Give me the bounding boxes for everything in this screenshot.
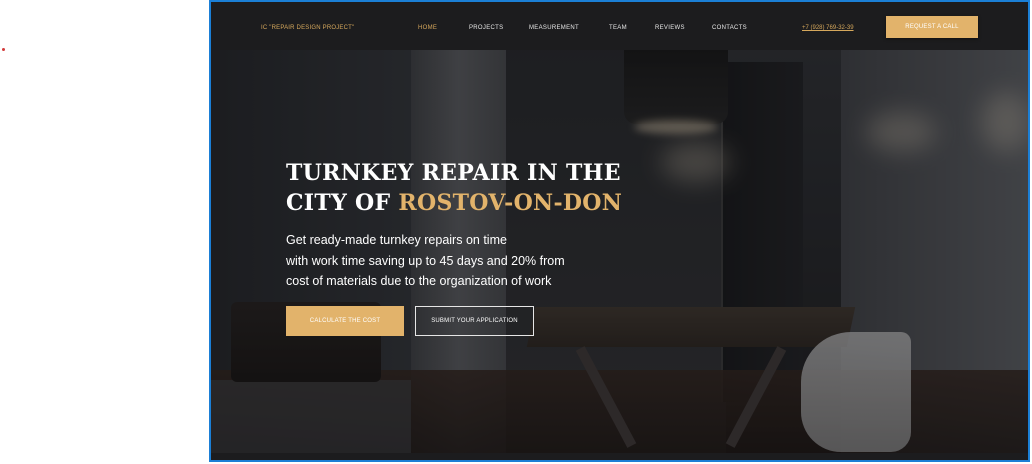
red-dot-marker	[2, 48, 5, 51]
hero-background-photo	[211, 2, 1028, 460]
nav-home[interactable]: HOME	[418, 25, 437, 31]
hero-title-line2: CITY OF ROSTOV-ON-DON	[286, 190, 622, 216]
nav-reviews[interactable]: REVIEWS	[655, 25, 685, 31]
hero-title-line1: TURNKEY REPAIR IN THE	[286, 160, 621, 186]
hero-title-city-prefix: CITY OF	[286, 190, 391, 216]
calculate-cost-button[interactable]: CALCULATE THE COST	[286, 306, 404, 336]
submit-application-button[interactable]: SUBMIT YOUR APPLICATION	[415, 306, 534, 336]
website-frame: IC "REPAIR DESIGN PROJECT" HOME PROJECTS…	[209, 0, 1030, 462]
site-logo[interactable]: IC "REPAIR DESIGN PROJECT"	[261, 25, 354, 31]
request-call-button[interactable]: REQUEST A CALL	[886, 16, 978, 38]
hero-title-city-name: ROSTOV-ON-DON	[398, 190, 623, 216]
nav-contacts[interactable]: CONTACTS	[712, 25, 747, 31]
top-navigation-bar: IC "REPAIR DESIGN PROJECT" HOME PROJECTS…	[211, 2, 1028, 50]
nav-measurement[interactable]: MEASUREMENT	[529, 25, 579, 31]
bottom-strip	[211, 453, 1028, 460]
hero-subtitle-line1: Get ready-made turnkey repairs on time	[286, 233, 507, 247]
hero-subtitle-line2: with work time saving up to 45 days and …	[286, 254, 565, 268]
nav-team[interactable]: TEAM	[609, 25, 627, 31]
nav-projects[interactable]: PROJECTS	[469, 25, 503, 31]
phone-link[interactable]: +7 (928) 769-32-39	[802, 25, 854, 31]
hero-subtitle-line3: cost of materials due to the organizatio…	[286, 274, 552, 288]
